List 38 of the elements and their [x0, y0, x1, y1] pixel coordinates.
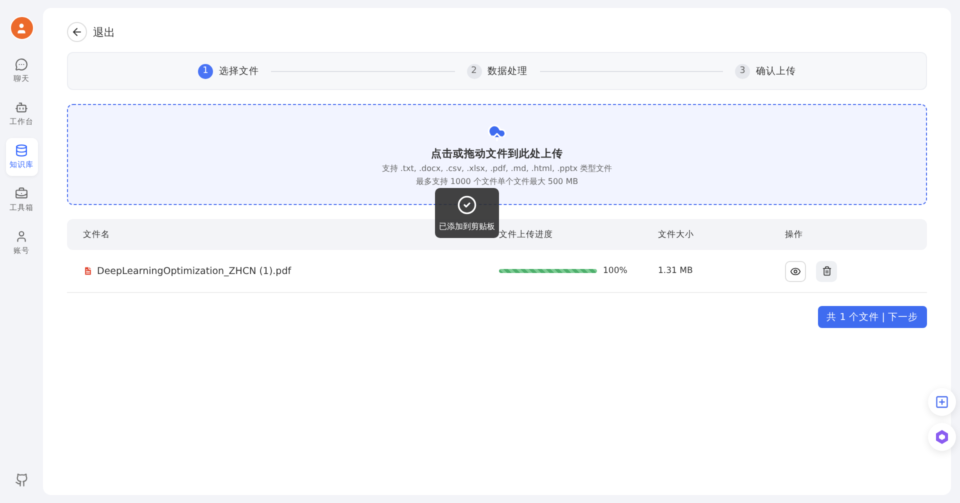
database-icon [15, 144, 28, 157]
toolbox-icon [15, 187, 28, 200]
upload-title: 点击或拖动文件到此处上传 [431, 146, 563, 160]
next-button[interactable]: 共 1 个文件 | 下一步 [818, 306, 927, 328]
cloud-upload-icon [487, 122, 507, 142]
arrow-left-icon [71, 26, 83, 38]
step-number: 2 [466, 64, 482, 78]
step-label: 数据处理 [488, 64, 528, 78]
upload-hint: 支持 .txt, .docx, .csv, .xlsx, .pdf, .md, .html, .pptx 类型文件 [382, 162, 612, 174]
progress-percent: 100% [603, 266, 628, 276]
back-button[interactable] [67, 22, 87, 42]
avatar[interactable] [10, 16, 34, 40]
toast-message: 已添加到剪贴板 [439, 220, 495, 232]
upload-limit: 最多支持 1000 个文件单个文件最大 500 MB [416, 176, 578, 186]
robot-icon [15, 101, 28, 114]
file-name: DeepLearningOptimization_ZHCN (1).pdf [97, 266, 292, 276]
check-icon [457, 194, 477, 214]
step-label: 选择文件 [219, 64, 259, 78]
eye-icon [790, 266, 801, 276]
step-label: 确认上传 [756, 64, 796, 78]
pdf-file-icon [83, 266, 93, 276]
upload-area[interactable]: 点击或拖动文件到此处上传 支持 .txt, .docx, .csv, .xlsx, .pdf, .md, .html, .pptx 类型文件 最多支持 1000 个文件单个文件最大 500 MB [67, 104, 927, 205]
trash-icon [822, 266, 832, 276]
column-header: 文件大小 [658, 228, 695, 240]
chat-icon [15, 58, 28, 71]
hexagon-logo-icon [934, 429, 950, 445]
file-size: 1.31 MB [658, 266, 694, 276]
step-number: 3 [735, 64, 750, 78]
preview-button[interactable] [785, 260, 806, 282]
github-icon[interactable] [14, 473, 28, 487]
step-number: 1 [198, 64, 213, 78]
delete-button[interactable] [816, 260, 837, 282]
column-header: 操作 [785, 228, 804, 240]
back-label[interactable]: 退出 [93, 24, 115, 40]
square-plus-icon [935, 395, 949, 409]
user-icon [15, 230, 28, 243]
column-header: 文件名 [83, 228, 111, 240]
column-header: 文件上传进度 [499, 228, 554, 240]
